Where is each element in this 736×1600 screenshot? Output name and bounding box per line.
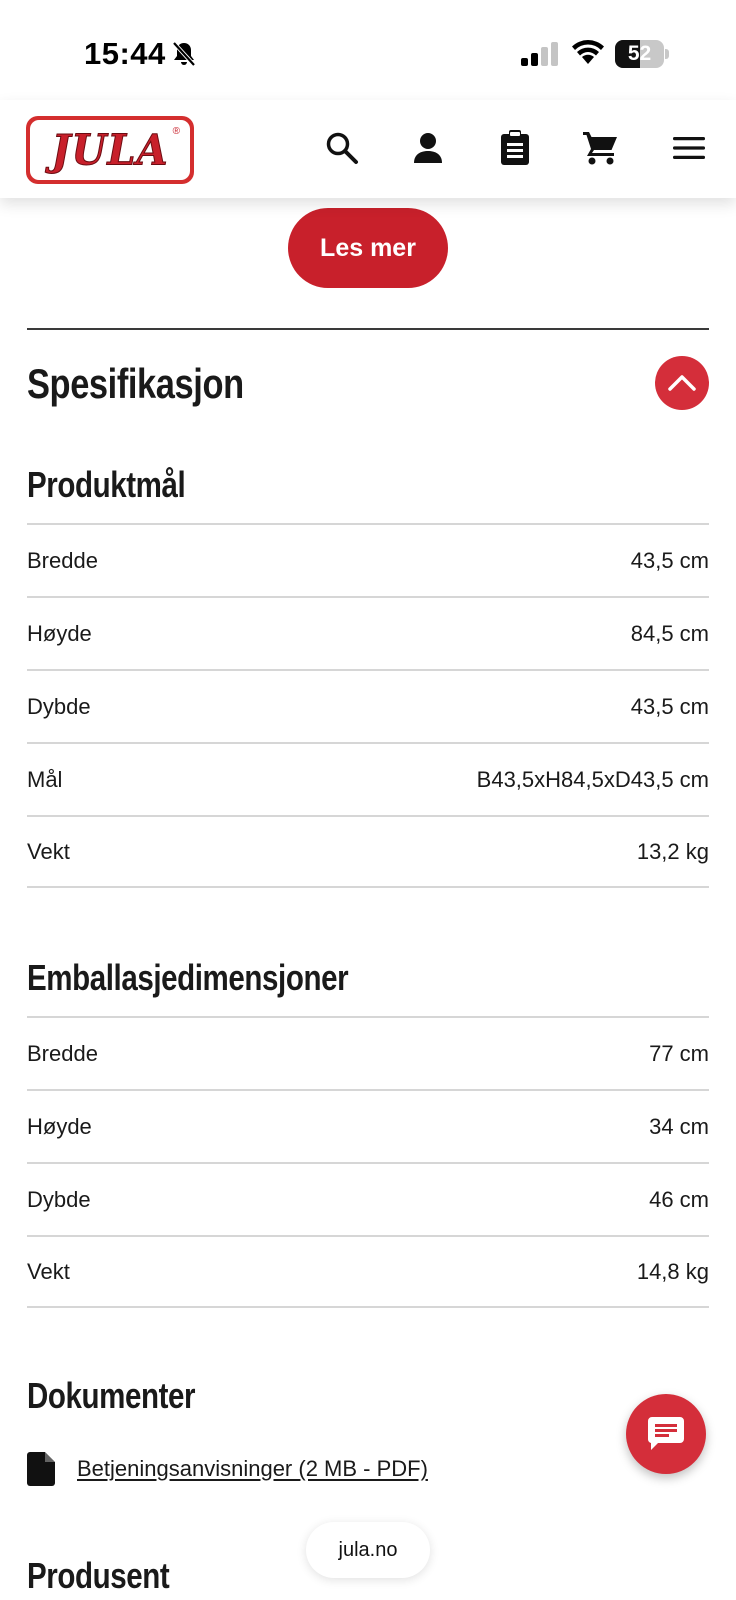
- section-divider: [27, 328, 709, 330]
- table-row: Dybde 46 cm: [27, 1162, 709, 1235]
- table-row: Dybde 43,5 cm: [27, 669, 709, 742]
- document-link-label[interactable]: Betjeningsanvisninger (2 MB - PDF): [77, 1456, 428, 1482]
- battery-icon: 52: [615, 40, 669, 68]
- spec-label: Høyde: [27, 620, 92, 646]
- spec-label: Vekt: [27, 1258, 70, 1284]
- spec-label: Vekt: [27, 838, 70, 864]
- table-row: Høyde 84,5 cm: [27, 596, 709, 669]
- browser-url-bar[interactable]: jula.no: [306, 1522, 430, 1578]
- package-dimensions-table: Bredde 77 cm Høyde 34 cm Dybde 46 cm Vek…: [27, 1016, 709, 1308]
- table-row: Mål B43,5xH84,5xD43,5 cm: [27, 742, 709, 815]
- spec-value: 34 cm: [649, 1113, 709, 1139]
- spec-value: B43,5xH84,5xD43,5 cm: [476, 766, 709, 792]
- chat-icon: [648, 1417, 684, 1450]
- logo-text: JULA: [51, 125, 169, 175]
- table-row: Bredde 77 cm: [27, 1016, 709, 1089]
- menu-button[interactable]: [669, 128, 709, 168]
- document-icon: [27, 1452, 55, 1486]
- site-header: JULA ®: [0, 100, 736, 198]
- status-time: 15:44: [84, 36, 166, 71]
- bell-off-icon: [172, 41, 196, 67]
- package-dimensions-title: Emballasjedimensjoner: [27, 957, 349, 998]
- search-icon: [326, 132, 358, 164]
- cart-icon: [583, 132, 617, 165]
- document-link-manual[interactable]: Betjeningsanvisninger (2 MB - PDF): [27, 1452, 428, 1486]
- cart-button[interactable]: [580, 128, 620, 168]
- search-button[interactable]: [322, 128, 362, 168]
- spec-label: Mål: [27, 766, 63, 792]
- spec-label: Dybde: [27, 1186, 91, 1212]
- product-dimensions-table: Bredde 43,5 cm Høyde 84,5 cm Dybde 43,5 …: [27, 523, 709, 888]
- table-row: Bredde 43,5 cm: [27, 523, 709, 596]
- chevron-up-icon: [668, 375, 696, 391]
- product-dimensions-title: Produktmål: [27, 464, 186, 505]
- documents-title: Dokumenter: [27, 1375, 196, 1416]
- spec-label: Bredde: [27, 1040, 98, 1066]
- battery-level: 52: [627, 42, 652, 65]
- cellular-signal-icon: [521, 42, 558, 66]
- menu-icon: [673, 137, 705, 159]
- table-row: Høyde 34 cm: [27, 1089, 709, 1162]
- spec-value: 43,5 cm: [630, 693, 709, 719]
- spec-label: Høyde: [27, 1113, 92, 1139]
- spec-value: 14,8 kg: [636, 1258, 709, 1284]
- account-button[interactable]: [408, 128, 448, 168]
- spec-label: Bredde: [27, 547, 98, 573]
- chat-button[interactable]: [626, 1394, 706, 1474]
- table-row: Vekt 14,8 kg: [27, 1235, 709, 1308]
- jula-logo[interactable]: JULA ®: [26, 116, 194, 184]
- user-icon: [414, 133, 442, 163]
- spec-label: Dybde: [27, 693, 91, 719]
- manufacturer-title: Produsent: [27, 1555, 170, 1596]
- spec-value: 13,2 kg: [636, 838, 709, 864]
- spec-value: 46 cm: [649, 1186, 709, 1212]
- spec-value: 84,5 cm: [630, 620, 709, 646]
- logo-registered-mark: ®: [172, 126, 180, 137]
- table-row: Vekt 13,2 kg: [27, 815, 709, 888]
- spec-value: 77 cm: [649, 1040, 709, 1066]
- read-more-button[interactable]: Les mer: [288, 208, 448, 288]
- clipboard-icon: [501, 130, 529, 165]
- specification-title: Spesifikasjon: [27, 360, 244, 407]
- wifi-icon: [572, 40, 604, 64]
- shopping-list-button[interactable]: [495, 128, 535, 168]
- spec-value: 43,5 cm: [630, 547, 709, 573]
- status-bar: 15:44 52: [0, 0, 736, 100]
- collapse-specification-button[interactable]: [655, 356, 709, 410]
